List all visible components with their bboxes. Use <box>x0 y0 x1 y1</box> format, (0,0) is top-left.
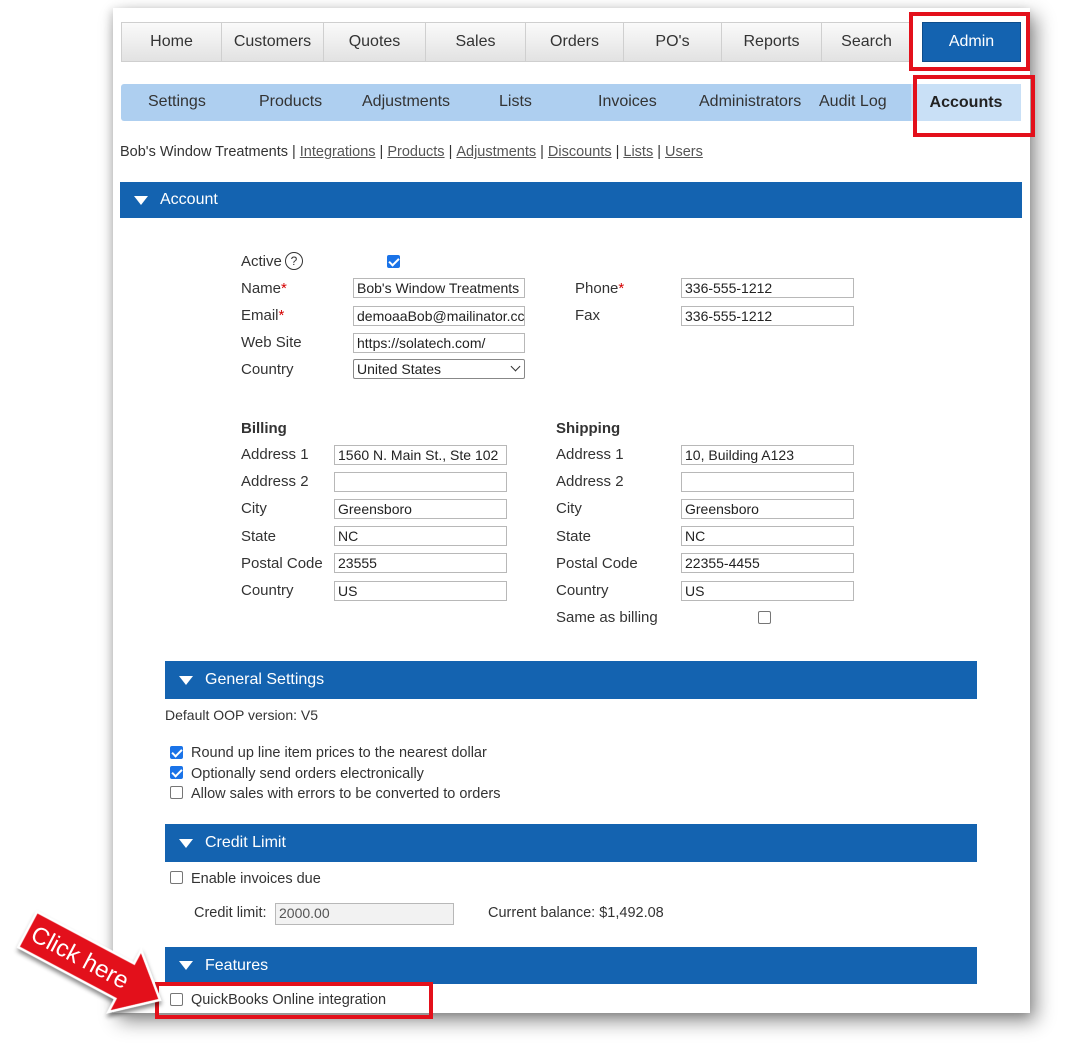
active-label: Active <box>241 253 282 270</box>
link-discounts[interactable]: Discounts <box>548 144 612 160</box>
tab-search[interactable]: Search <box>821 22 912 62</box>
fax-field[interactable]: 336-555-1212 <box>681 306 854 326</box>
shipping-address1-label: Address 1 <box>556 446 624 463</box>
send-electronically-label: Optionally send orders electronically <box>191 766 424 782</box>
shipping-city-label: City <box>556 500 582 517</box>
subnav-lists[interactable]: Lists <box>499 93 532 111</box>
shipping-postal-label: Postal Code <box>556 555 638 572</box>
shipping-city-field[interactable]: Greensboro <box>681 499 854 519</box>
billing-address1-field[interactable]: 1560 N. Main St., Ste 102 <box>334 445 507 465</box>
general-settings-header[interactable]: General Settings <box>165 661 977 699</box>
credit-limit-header[interactable]: Credit Limit <box>165 824 977 862</box>
enable-invoices-checkbox[interactable] <box>170 871 183 884</box>
subnav-adjustments[interactable]: Adjustments <box>362 93 450 111</box>
enable-invoices-label: Enable invoices due <box>191 871 321 887</box>
shipping-address1-field[interactable]: 10, Building A123 <box>681 445 854 465</box>
collapse-triangle-icon <box>179 675 193 685</box>
admin-subnav: Settings Products Adjustments Lists Invo… <box>121 84 1021 121</box>
tab-orders[interactable]: Orders <box>525 22 623 62</box>
billing-address1-label: Address 1 <box>241 446 309 463</box>
tab-pos[interactable]: PO's <box>623 22 721 62</box>
subnav-products[interactable]: Products <box>259 93 322 111</box>
website-field[interactable]: https://solatech.com/ <box>353 333 525 353</box>
subnav-invoices[interactable]: Invoices <box>598 93 657 111</box>
billing-postal-field[interactable]: 23555 <box>334 553 507 573</box>
email-label: Email* <box>241 307 285 324</box>
credit-limit-label: Credit limit: <box>194 905 267 921</box>
app-screenshot: Home Customers Quotes Sales Orders PO's … <box>113 8 1035 1013</box>
billing-title: Billing <box>241 420 287 437</box>
current-balance: Current balance: $1,492.08 <box>488 905 664 921</box>
help-icon[interactable]: ? <box>285 252 303 270</box>
link-users[interactable]: Users <box>665 144 703 160</box>
link-adjustments[interactable]: Adjustments <box>456 144 536 160</box>
link-products[interactable]: Products <box>387 144 444 160</box>
allow-errors-checkbox[interactable] <box>170 786 183 799</box>
subnav-settings[interactable]: Settings <box>148 93 206 111</box>
shipping-address2-field[interactable] <box>681 472 854 492</box>
name-field[interactable]: Bob's Window Treatments <box>353 278 525 298</box>
billing-postal-label: Postal Code <box>241 555 323 572</box>
billing-state-field[interactable]: NC <box>334 526 507 546</box>
shipping-state-label: State <box>556 528 592 545</box>
billing-address2-field[interactable] <box>334 472 507 492</box>
subnav-audit-log[interactable]: Audit Log <box>819 93 887 111</box>
name-label: Name* <box>241 280 287 297</box>
account-section-header[interactable]: Account <box>120 182 1022 218</box>
billing-state-label: State <box>241 528 277 545</box>
link-integrations[interactable]: Integrations <box>300 144 376 160</box>
country-select[interactable]: United States <box>353 359 525 379</box>
allow-errors-label: Allow sales with errors to be converted … <box>191 786 501 802</box>
features-title: Features <box>205 956 269 974</box>
shipping-country-field[interactable]: US <box>681 581 854 601</box>
billing-country-label: Country <box>241 582 294 599</box>
features-header[interactable]: Features <box>165 947 977 984</box>
billing-address2-label: Address 2 <box>241 473 309 490</box>
tab-sales[interactable]: Sales <box>425 22 525 62</box>
collapse-triangle-icon <box>134 195 148 205</box>
billing-city-label: City <box>241 500 267 517</box>
subnav-administrators[interactable]: Administrators <box>699 93 801 111</box>
tab-reports[interactable]: Reports <box>721 22 821 62</box>
tab-customers[interactable]: Customers <box>221 22 323 62</box>
shipping-postal-field[interactable]: 22355-4455 <box>681 553 854 573</box>
tab-home[interactable]: Home <box>121 22 221 62</box>
website-label: Web Site <box>241 334 302 351</box>
send-electronically-checkbox[interactable] <box>170 766 183 779</box>
tab-quotes[interactable]: Quotes <box>323 22 425 62</box>
oop-version: Default OOP version: V5 <box>165 707 319 723</box>
same-as-billing-label: Same as billing <box>556 609 658 626</box>
fax-label: Fax <box>575 307 601 324</box>
breadcrumb-account: Bob's Window Treatments <box>120 144 288 160</box>
chevron-down-icon <box>510 361 521 372</box>
email-field[interactable]: demoaaBob@mailinator.cc <box>353 306 525 326</box>
main-nav: Home Customers Quotes Sales Orders PO's … <box>121 22 1021 62</box>
round-up-checkbox[interactable] <box>170 746 183 759</box>
credit-limit-field[interactable]: 2000.00 <box>275 903 454 925</box>
collapse-triangle-icon <box>179 838 193 848</box>
country-label: Country <box>241 361 294 378</box>
billing-city-field[interactable]: Greensboro <box>334 499 507 519</box>
billing-country-field[interactable]: US <box>334 581 507 601</box>
active-checkbox[interactable] <box>387 255 400 268</box>
credit-limit-title: Credit Limit <box>205 834 286 851</box>
admin-highlight <box>909 12 1030 71</box>
phone-label: Phone* <box>575 280 625 297</box>
same-as-billing-checkbox[interactable] <box>758 611 771 624</box>
shipping-address2-label: Address 2 <box>556 473 624 490</box>
click-here-arrow-callout: Click here <box>16 910 162 1014</box>
shipping-state-field[interactable]: NC <box>681 526 854 546</box>
round-up-label: Round up line item prices to the nearest… <box>191 745 487 761</box>
account-section-title: Account <box>160 191 218 208</box>
accounts-highlight <box>913 75 1035 137</box>
general-settings-title: General Settings <box>205 671 325 688</box>
link-lists[interactable]: Lists <box>623 144 653 160</box>
shipping-title: Shipping <box>556 420 621 437</box>
shipping-country-label: Country <box>556 582 609 599</box>
breadcrumb: Bob's Window Treatments | Integrations | Pro… <box>120 144 703 160</box>
phone-field[interactable]: 336-555-1212 <box>681 278 854 298</box>
